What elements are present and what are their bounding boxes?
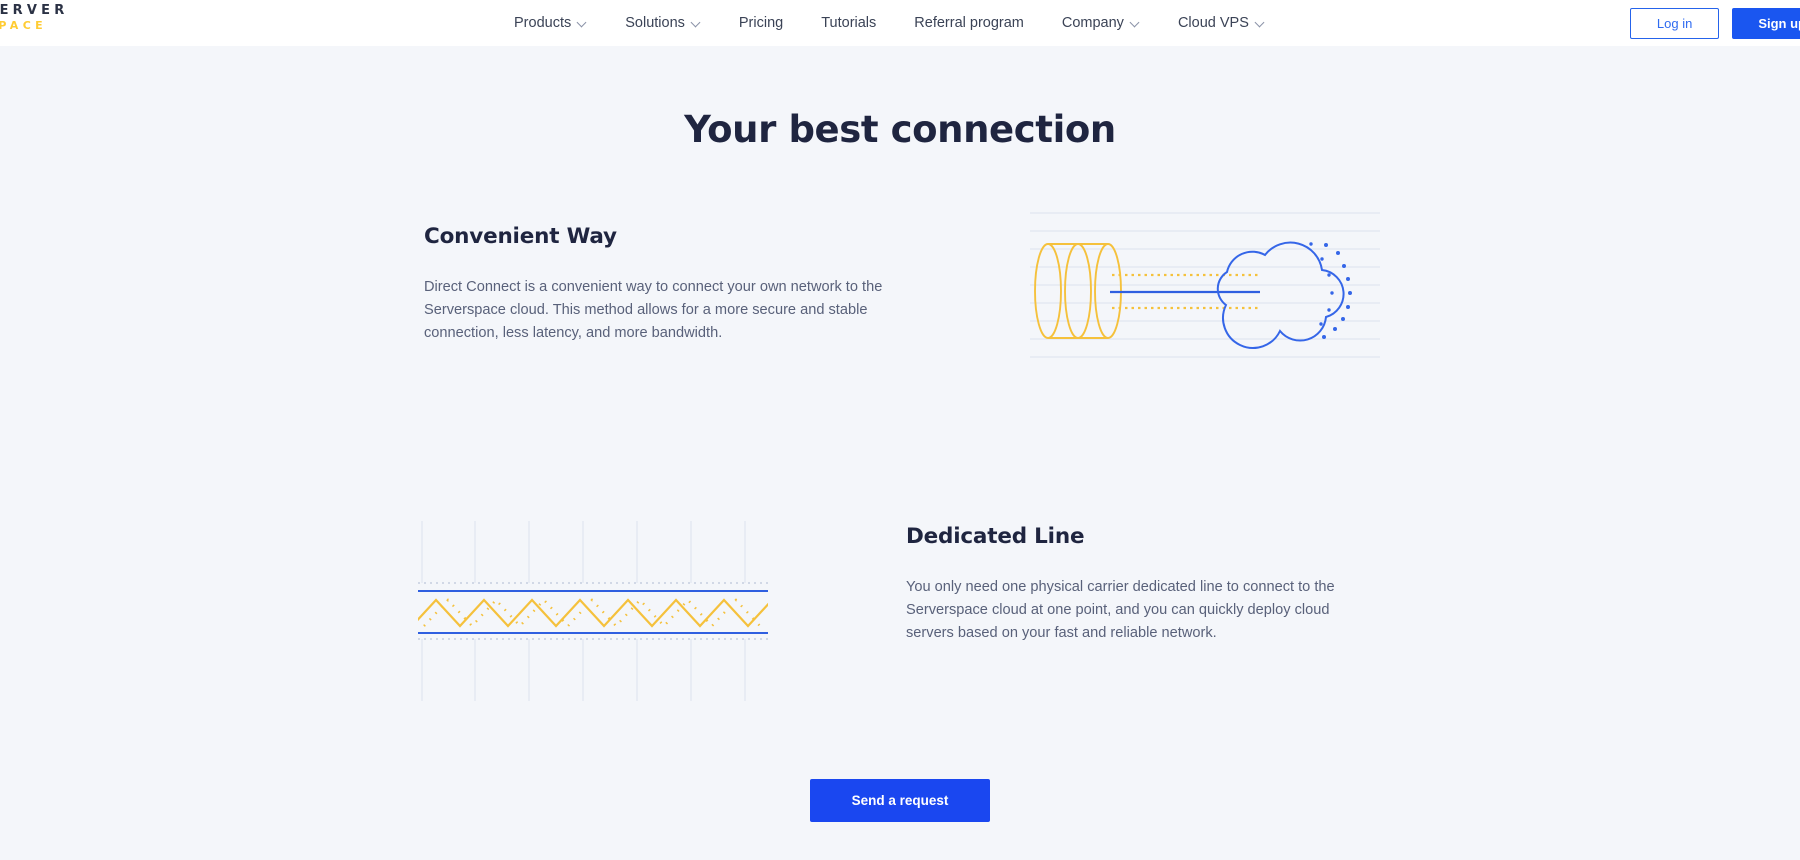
chevron-down-icon (692, 18, 701, 27)
zigzag-signal-illustration (411, 521, 773, 706)
chevron-down-icon (1131, 18, 1140, 27)
nav-item-referral-program[interactable]: Referral program (895, 0, 1043, 46)
section-body: You only need one physical carrier dedic… (906, 579, 1335, 641)
site-header: SERVER SPACE Products Solutions Pricing … (0, 0, 1800, 46)
nav-item-products[interactable]: Products (495, 0, 606, 46)
section-text: Convenient Way Direct Connect is a conve… (424, 224, 894, 345)
header-actions: Log in Sign up (1629, 8, 1800, 39)
nav-item-label: Solutions (625, 15, 685, 31)
section-heading: Dedicated Line (906, 524, 1085, 549)
nav-item-tutorials[interactable]: Tutorials (802, 0, 895, 46)
logo[interactable]: SERVER SPACE (0, 4, 68, 31)
nav-item-label: Cloud VPS (1177, 15, 1249, 31)
nav-item-cloud-vps[interactable]: Cloud VPS (1159, 0, 1284, 46)
section-dedicated-line: Dedicated Line You only need one physica… (906, 524, 1376, 645)
logo-text-server: SERVER (0, 3, 69, 18)
page-title: Your best connection (684, 108, 1116, 151)
nav-item-label: Referral program (914, 15, 1024, 31)
chevron-down-icon (1256, 18, 1265, 27)
nav-item-label: Company (1061, 15, 1124, 31)
section-convenient-way: Convenient Way Direct Connect is a conve… (424, 224, 894, 345)
nav-item-label: Tutorials (821, 15, 877, 31)
nav-item-solutions[interactable]: Solutions (606, 0, 720, 46)
nav-item-pricing[interactable]: Pricing (720, 0, 802, 46)
section-text: Dedicated Line You only need one physica… (906, 524, 1376, 645)
section-heading: Convenient Way (424, 224, 617, 249)
log-in-button[interactable]: Log in (1629, 8, 1720, 39)
send-a-request-button[interactable]: Send a request (809, 779, 991, 822)
page-content: Your best connection Convenient Way Dire… (0, 46, 1800, 860)
nav-item-label: Products (514, 15, 572, 31)
nav-item-label: Pricing (738, 15, 784, 31)
nav-item-company[interactable]: Company (1043, 0, 1159, 46)
cloud-tunnel-illustration (1030, 209, 1380, 384)
main-navigation: Products Solutions Pricing Tutorials Ref… (495, 0, 1284, 46)
cta-container: Send a request (0, 779, 1800, 822)
sign-up-button[interactable]: Sign up (1732, 8, 1800, 39)
logo-text-space: SPACE (0, 19, 48, 32)
section-body: Direct Connect is a convenient way to co… (424, 279, 883, 341)
chevron-down-icon (578, 18, 587, 27)
